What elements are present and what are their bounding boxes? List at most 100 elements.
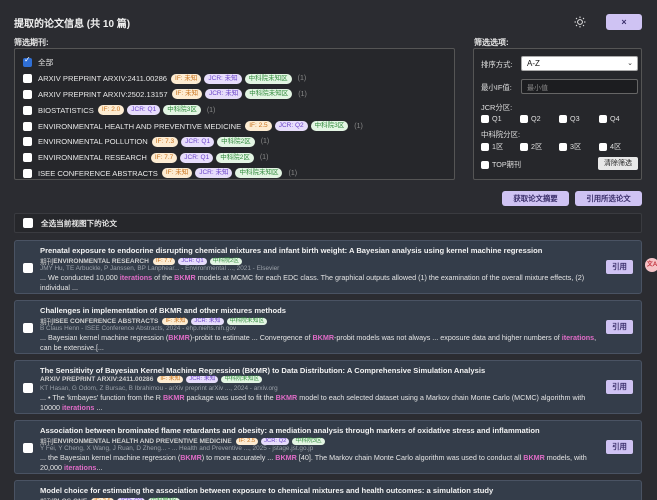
paper-card: Challenges in implementation of BKMR and…: [14, 300, 642, 354]
journal-option[interactable]: ARXIV PREPRINT ARXIV:2502.13157 IF: 未知 JCR…: [23, 87, 446, 103]
checkbox[interactable]: [520, 114, 528, 123]
journal-option[interactable]: ENVIRONMENTAL HEALTH AND PREVENTIVE MEDI…: [23, 118, 446, 134]
paper-title[interactable]: Model choice for estimating the associat…: [40, 486, 493, 495]
snippet-highlight: BKMR: [168, 333, 190, 342]
checkbox[interactable]: [23, 153, 32, 163]
jcr-option-q2[interactable]: Q2: [520, 114, 541, 123]
checkbox[interactable]: [23, 55, 32, 68]
select-all-label: 全选当前视图下的论文: [41, 218, 117, 228]
checkbox[interactable]: [559, 143, 567, 151]
fetch-abstracts-button[interactable]: 获取论文摘要: [502, 191, 569, 206]
snippet-text: ... the Bayesian kernel machine regressi…: [40, 453, 181, 462]
sort-select-value: A-Z: [527, 59, 540, 68]
snippet-text: ) to more accurately ...: [201, 453, 276, 462]
snippet-highlight: iterations: [561, 333, 595, 342]
paper-snippet: ... Bayesian kernel machine regression (…: [40, 333, 600, 353]
jcr-label: JCR分区:: [481, 103, 513, 112]
checkbox[interactable]: [23, 105, 32, 115]
checkbox[interactable]: [599, 143, 607, 151]
checkbox[interactable]: [23, 89, 32, 99]
cite-button[interactable]: 引用: [606, 380, 633, 394]
paper-journal-name: ENVIRONMENTAL RESEARCH: [53, 257, 149, 265]
if-badge: IF: 未知: [171, 73, 202, 84]
journal-option-label: 全部: [38, 58, 54, 68]
translate-icon[interactable]: 文A: [645, 258, 657, 272]
jcr-badge: JCR: Q1: [181, 136, 215, 147]
cas-option-2[interactable]: 2区: [520, 142, 542, 152]
journals-filter-label: 筛选期刊:: [14, 38, 49, 47]
paper-title[interactable]: Prenatal exposure to endocrine disruptin…: [40, 246, 542, 255]
journal-option[interactable]: ARXIV PREPRINT ARXIV:2411.00286 IF: 未知 JCR…: [23, 71, 446, 87]
paper-title[interactable]: The Sensitivity of Bayesian Kernel Machi…: [40, 366, 485, 375]
checkbox[interactable]: [481, 143, 489, 151]
journal-option[interactable]: ENVIRONMENTAL RESEARCH IF: 7.7 JCR: Q1 中科院2…: [23, 150, 446, 166]
cas-option-4[interactable]: 4区: [599, 142, 621, 152]
jcr-badge: JCR: Q2: [261, 437, 290, 445]
paper-title[interactable]: Challenges in implementation of BKMR and…: [40, 306, 286, 315]
snippet-text: ... We conducted 10,000: [40, 273, 120, 282]
jcr-badge: JCR: 未知: [186, 376, 219, 383]
sort-select[interactable]: A-Z ⌄: [521, 56, 638, 71]
cite-button[interactable]: 引用: [606, 260, 633, 274]
checkbox[interactable]: [23, 168, 32, 178]
paper-snippet: ... We conducted 10,000 iterations of th…: [40, 273, 600, 293]
filter-options-label: 筛选选项:: [474, 38, 509, 47]
jcr-badge: JCR: 未知: [191, 317, 224, 325]
cas-option-3[interactable]: 3区: [559, 142, 581, 152]
journal-option[interactable]: ENVIRONMENTAL POLLUTION IF: 7.3 JCR: Q1 中科院…: [23, 134, 446, 150]
clear-filters-button[interactable]: 清除筛选: [598, 157, 638, 170]
paper-checkbox[interactable]: [23, 263, 33, 273]
if-badge: IF: 2.5: [235, 437, 259, 445]
top-journal-option[interactable]: TOP期刊: [481, 160, 521, 170]
checkbox[interactable]: [520, 143, 528, 151]
cite-button[interactable]: 引用: [606, 320, 633, 334]
journal-filter-list: 全部 ARXIV PREPRINT ARXIV:2411.00286IF: 未知…: [14, 48, 455, 180]
checkbox[interactable]: [23, 121, 32, 131]
paper-meta: B Claus Henn - ISEE Conference Abstracts…: [40, 325, 237, 332]
paper-checkbox[interactable]: [23, 383, 33, 393]
option-label: Q4: [610, 114, 620, 123]
jcr-option-q4[interactable]: Q4: [599, 114, 620, 123]
jcr-badge: JCR: Q2: [274, 121, 308, 132]
close-button[interactable]: ×: [606, 14, 642, 30]
snippet-text: ...: [96, 463, 103, 472]
paper-meta: JMY Hu, TE Arbuckle, P Janssen, BP Lanph…: [40, 265, 280, 272]
cas-option-1[interactable]: 1区: [481, 142, 503, 152]
paper-journal-name: ARXIV PREPRINT ARXIV:2411.00286: [40, 376, 154, 383]
if-badge: IF: 7.3: [151, 136, 179, 147]
jcr-badge: JCR: Q1: [178, 257, 207, 265]
paper-checkbox[interactable]: [23, 443, 33, 453]
cas-badge: 中科院未知区: [245, 89, 293, 100]
jcr-option-q1[interactable]: Q1: [481, 114, 502, 123]
journal-option[interactable]: ISEE CONFERENCE ABSTRACTS IF: 未知 JCR: 未知 中科…: [23, 166, 446, 179]
cas-badge: 中科院未知区: [226, 317, 268, 325]
checkbox[interactable]: [23, 74, 32, 84]
journal-option-label: BIOSTATISTICS: [38, 105, 94, 115]
snippet-highlight: iterations: [61, 403, 95, 412]
cite-selected-button[interactable]: 引用所选论文: [575, 191, 642, 206]
checkbox[interactable]: [599, 114, 607, 123]
filter-options-panel: 排序方式: A-Z ⌄ 最小IF值: 最小值 JCR分区: Q1 Q2 Q3 Q…: [473, 48, 642, 180]
paper-meta: Y Fei, Y Cheng, X Wang, J Ruan, D Zheng.…: [40, 445, 314, 452]
paper-journal-prefix: 期刊: [40, 496, 53, 500]
select-all-checkbox[interactable]: [23, 218, 33, 228]
journal-option-all[interactable]: 全部: [23, 55, 446, 71]
jcr-option-q3[interactable]: Q3: [559, 114, 580, 123]
snippet-highlight: BKMR: [174, 273, 196, 282]
checkbox[interactable]: [481, 114, 489, 123]
paper-title[interactable]: Association between brominated flame ret…: [40, 426, 540, 435]
select-all-row[interactable]: 全选当前视图下的论文: [14, 213, 642, 233]
journal-option-label: ENVIRONMENTAL POLLUTION: [38, 137, 148, 147]
min-if-label: 最小IF值:: [481, 83, 512, 92]
option-label: 1区: [492, 142, 504, 151]
checkbox[interactable]: [559, 114, 567, 123]
checkbox[interactable]: [481, 161, 489, 169]
theme-toggle-icon[interactable]: [574, 16, 586, 28]
checkbox[interactable]: [23, 137, 32, 147]
cite-button[interactable]: 引用: [606, 440, 633, 454]
min-if-input[interactable]: 最小值: [521, 79, 638, 94]
journal-option-label: ARXIV PREPRINT ARXIV:2502.13157: [38, 89, 168, 99]
journal-option[interactable]: BIOSTATISTICS IF: 2.0 JCR: Q1 中科院3区 (1): [23, 102, 446, 118]
paper-checkbox[interactable]: [23, 323, 33, 333]
paper-card: Association between brominated flame ret…: [14, 420, 642, 474]
